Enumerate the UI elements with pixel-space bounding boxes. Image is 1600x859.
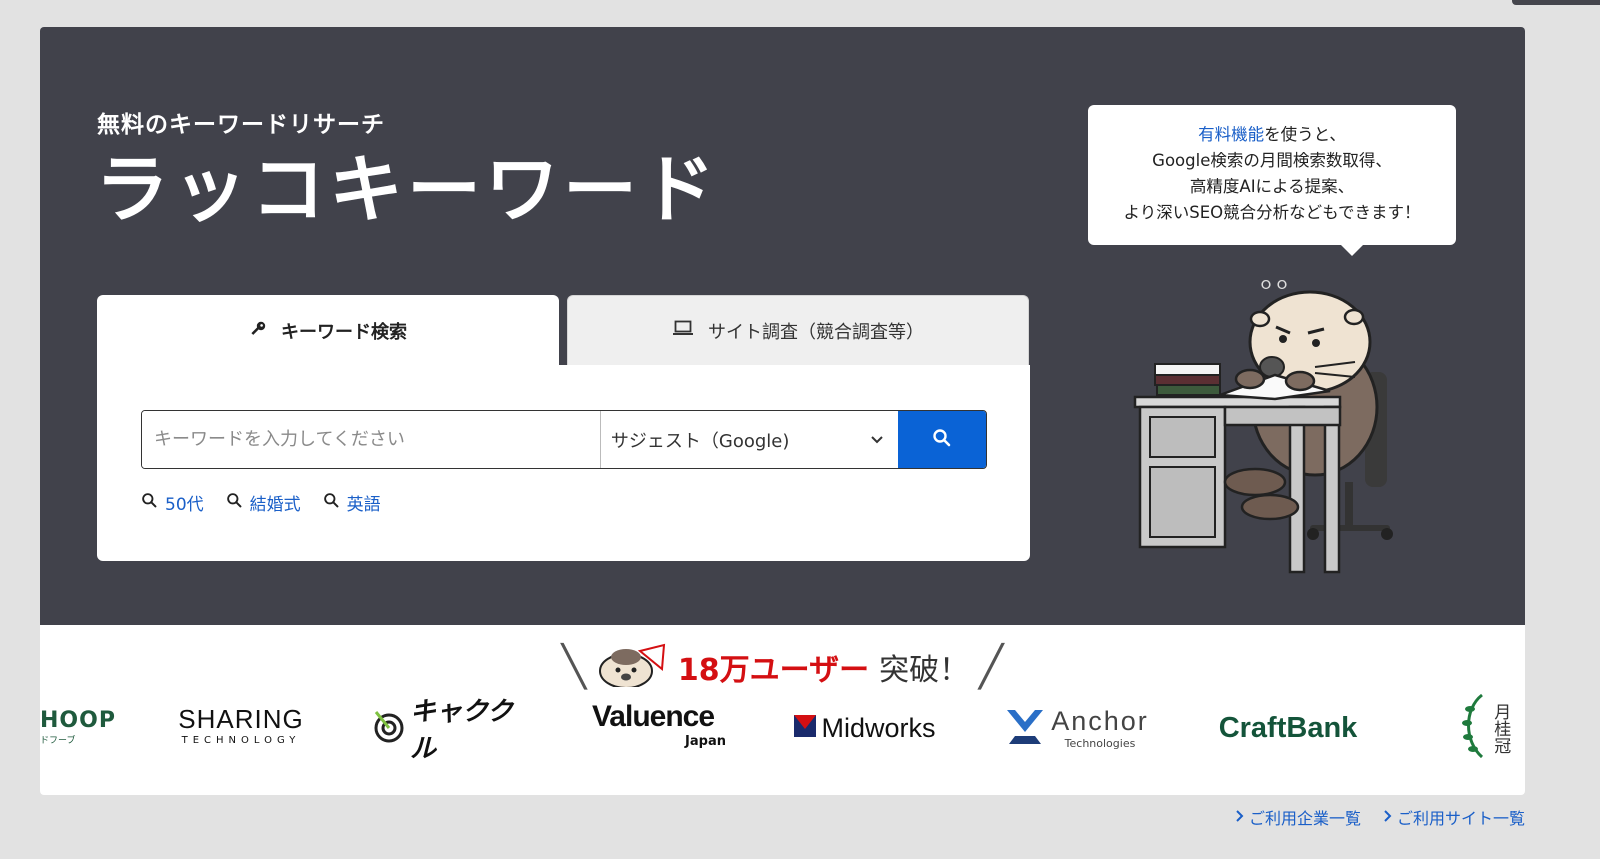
search-icon [141, 492, 158, 514]
search-button[interactable] [898, 411, 986, 468]
client-logo-name: キャククル [410, 697, 513, 764]
anchor-mark-icon [1005, 706, 1045, 750]
hero-subtitle: 無料のキーワードリサーチ [97, 112, 385, 138]
keyword-input[interactable] [142, 411, 601, 468]
client-logo: キャククル [372, 697, 526, 764]
suggestion-link[interactable]: 英語 [323, 490, 381, 515]
bubble-line2: Google検索の月間検索数取得、 [1152, 151, 1392, 170]
tab-keyword-search-label: キーワード検索 [281, 322, 407, 343]
speech-bubble: 有料機能を使うと、 Google検索の月間検索数取得、 高精度AIによる提案、 … [1088, 105, 1456, 245]
speech-bubble-tail [1340, 244, 1364, 256]
decorative-slash: ╱ [979, 644, 1004, 690]
svg-text:ｏｏ: ｏｏ [1258, 274, 1290, 293]
hero-title: ラッコキーワード [95, 147, 719, 233]
sea-otter-mascot-illustration: ｏｏ [1110, 267, 1430, 587]
laurel-icon [1460, 691, 1488, 765]
search-icon [323, 492, 340, 514]
search-card: キーワード検索 サイト調査（競合調査等） サジェスト（Google) [97, 295, 1030, 561]
tab-keyword-search[interactable]: キーワード検索 [97, 295, 559, 367]
client-sites-label: ご利用サイト一覧 [1396, 809, 1525, 828]
search-row: サジェスト（Google) [141, 410, 987, 469]
client-logo-name: SHARING [178, 704, 304, 734]
client-logo-sub: Technologies [1064, 737, 1136, 750]
hero-section: 無料のキーワードリサーチ ラッコキーワード キーワード検索 サイト調査（競合調査… [40, 27, 1525, 625]
chevron-right-icon [1235, 808, 1245, 827]
corner-tab[interactable] [1512, 0, 1600, 5]
client-logo-name: Anchor [1051, 706, 1149, 736]
tab-site-research-label: サイト調査（競合調査等） [708, 321, 924, 343]
client-logo-name: Midworks [821, 712, 936, 743]
client-logo: 月桂冠 [1445, 688, 1525, 768]
client-logo: Anchor Technologies [1000, 700, 1154, 756]
chevron-right-icon [1383, 808, 1393, 827]
tab-site-research[interactable]: サイト調査（競合調査等） [567, 295, 1029, 365]
client-logo-carousel: HOOP ドフーブ SHARING TECHNOLOGY キャククル Value… [40, 693, 1525, 780]
target-icon [372, 709, 406, 747]
paid-features-link[interactable]: 有料機能 [1198, 125, 1264, 144]
users-banner: ╲ 18万ユーザー 突破！ ╱ [40, 643, 1525, 691]
footer-links: ご利用企業一覧 ご利用サイト一覧 [1235, 805, 1525, 829]
laptop-icon [672, 320, 694, 341]
m-mark-icon [794, 715, 817, 741]
decorative-slash: ╲ [561, 644, 586, 690]
search-icon [226, 492, 243, 514]
users-count: 18万ユーザー [677, 653, 870, 688]
search-mode-value: サジェスト（Google) [610, 430, 790, 452]
suggestion-label: 50代 [165, 495, 204, 515]
key-icon [249, 320, 267, 343]
client-logo: Valuence Japan [580, 700, 726, 749]
client-companies-label: ご利用企業一覧 [1248, 809, 1361, 828]
client-logo-name: Valuence [591, 700, 715, 733]
suggestion-list: 50代 結婚式 英語 [141, 490, 381, 515]
client-logo-sub: Japan [685, 734, 726, 749]
client-logo: CraftBank [1210, 704, 1366, 752]
client-companies-link[interactable]: ご利用企業一覧 [1235, 805, 1361, 829]
users-strip: ╲ 18万ユーザー 突破！ ╱ HOOP ドフーブ SHARING TECHNO… [40, 625, 1525, 795]
suggestion-label: 英語 [346, 495, 381, 515]
chevron-down-icon [870, 429, 884, 450]
client-sites-link[interactable]: ご利用サイト一覧 [1383, 805, 1525, 829]
client-logo-sub: TECHNOLOGY [181, 735, 301, 746]
search-mode-select[interactable]: サジェスト（Google) [600, 411, 899, 468]
search-panel: サジェスト（Google) 50代 結婚 [97, 365, 1030, 561]
client-logo: HOOP ドフーブ [40, 708, 115, 746]
suggestion-link[interactable]: 50代 [141, 490, 204, 515]
bubble-line3: 高精度AIによる提案、 [1189, 177, 1355, 196]
bubble-line4: より深いSEO競合分析などもできます！ [1123, 203, 1421, 222]
users-suffix: 突破！ [879, 653, 970, 688]
client-logo-sub: ドフーブ [40, 736, 76, 746]
suggestion-link[interactable]: 結婚式 [226, 490, 301, 515]
client-logo: Midworks [785, 704, 945, 752]
search-icon [932, 428, 952, 452]
bubble-line1: を使うと、 [1264, 125, 1346, 144]
client-logo: SHARING TECHNOLOGY [168, 704, 314, 746]
otter-face-icon [596, 643, 668, 691]
suggestion-label: 結婚式 [249, 495, 301, 515]
client-logo-name: CraftBank [1218, 711, 1358, 744]
client-logo-name: HOOP [40, 708, 116, 733]
client-logo-name: 月桂冠 [1490, 702, 1511, 754]
